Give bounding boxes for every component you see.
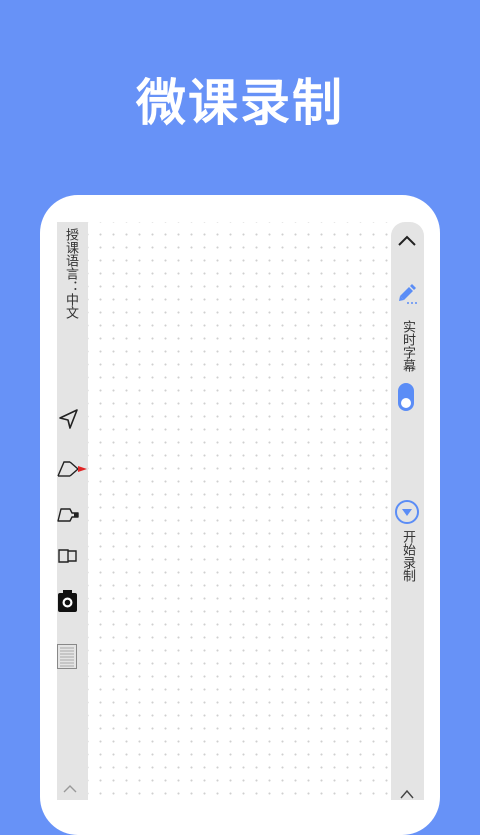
chevron-up-icon[interactable]	[62, 783, 78, 795]
bottom-corner-icon[interactable]	[398, 788, 416, 800]
live-subtitle-label: 实时字幕	[400, 320, 415, 372]
toggle-knob	[401, 398, 411, 408]
red-pen-icon[interactable]	[56, 459, 88, 479]
teaching-language-label: 授课语言：中文	[63, 228, 78, 319]
pen-edit-icon[interactable]	[395, 281, 419, 305]
drawing-canvas[interactable]	[88, 222, 391, 800]
start-recording-label[interactable]: 开始录制	[400, 530, 415, 582]
page-title: 微课录制	[136, 74, 344, 132]
live-subtitle-toggle[interactable]	[398, 383, 414, 411]
pointer-arrow-icon[interactable]	[57, 407, 81, 431]
play-circle-icon[interactable]	[394, 499, 420, 525]
chevron-up-icon[interactable]	[395, 232, 419, 250]
eraser-icon[interactable]	[56, 545, 80, 565]
ruler-icon[interactable]	[56, 643, 78, 670]
camera-icon[interactable]	[56, 588, 80, 614]
marker-icon[interactable]	[56, 505, 82, 525]
